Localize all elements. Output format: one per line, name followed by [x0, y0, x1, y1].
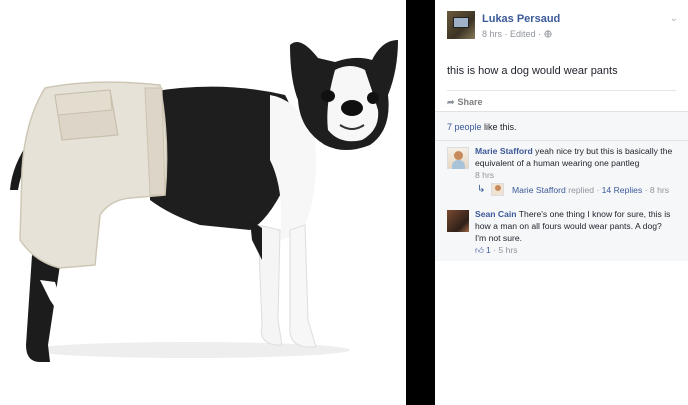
reply-count[interactable]: 14 Replies [602, 185, 643, 195]
comment-body: Sean Cain There's one thing I know for s… [475, 208, 675, 257]
comment-item: Sean Cain There's one thing I know for s… [447, 208, 677, 258]
post-text: this is how a dog would wear pants [447, 65, 618, 77]
chevron-down-icon[interactable]: ⌄ [670, 13, 678, 24]
divider [435, 140, 688, 141]
likes-suffix: like this. [481, 122, 517, 132]
post-side-panel: Lukas Persaud 8 hrs · Edited · ⌄ this is… [435, 0, 688, 405]
divider [447, 90, 676, 91]
likes-link[interactable]: 7 people [447, 122, 482, 132]
reply-time: · 8 hrs [642, 185, 670, 195]
globe-icon [543, 30, 552, 38]
comment-time[interactable]: 8 hrs [475, 169, 675, 182]
post-timestamp[interactable]: 8 hrs · Edited · [482, 29, 544, 39]
thumbs-up-icon[interactable]: 👍︎ [475, 245, 484, 255]
reply-avatar [491, 183, 504, 196]
commenter-avatar[interactable] [447, 210, 469, 232]
share-label: Share [457, 97, 483, 107]
post-header: Lukas Persaud 8 hrs · Edited · ⌄ [447, 11, 682, 45]
comment-author[interactable]: Marie Stafford [475, 146, 533, 156]
share-icon: ➦ [447, 97, 455, 107]
dog-in-pants-photo [10, 40, 398, 362]
post-meta: 8 hrs · Edited · [482, 29, 552, 39]
reply-summary: Marie Stafford replied · 14 Replies · 8 … [512, 185, 669, 195]
comments-section: 7 people like this. Marie Stafford yeah … [435, 111, 688, 261]
reply-arrow-icon: ↳ [477, 184, 486, 195]
commenter-avatar[interactable] [447, 147, 469, 169]
comment-body: Marie Stafford yeah nice try but this is… [475, 145, 675, 182]
comment-item: Marie Stafford yeah nice try but this is… [447, 145, 677, 215]
comment-time[interactable]: · 5 hrs [491, 245, 517, 255]
viewer-divider [406, 0, 435, 405]
share-button[interactable]: ➦ Share [447, 97, 483, 108]
comment-meta: 👍︎ 1 · 5 hrs [475, 244, 675, 257]
likes-summary: 7 people like this. [447, 122, 517, 132]
photo-viewer[interactable] [0, 0, 406, 405]
replies-link[interactable]: ↳ Marie Stafford replied · 14 Replies · … [477, 183, 682, 198]
author-avatar[interactable] [447, 11, 475, 39]
reply-action: replied · [565, 185, 602, 195]
post-author-name[interactable]: Lukas Persaud [482, 13, 560, 25]
comment-author[interactable]: Sean Cain [475, 209, 517, 219]
reply-author[interactable]: Marie Stafford [512, 185, 566, 195]
